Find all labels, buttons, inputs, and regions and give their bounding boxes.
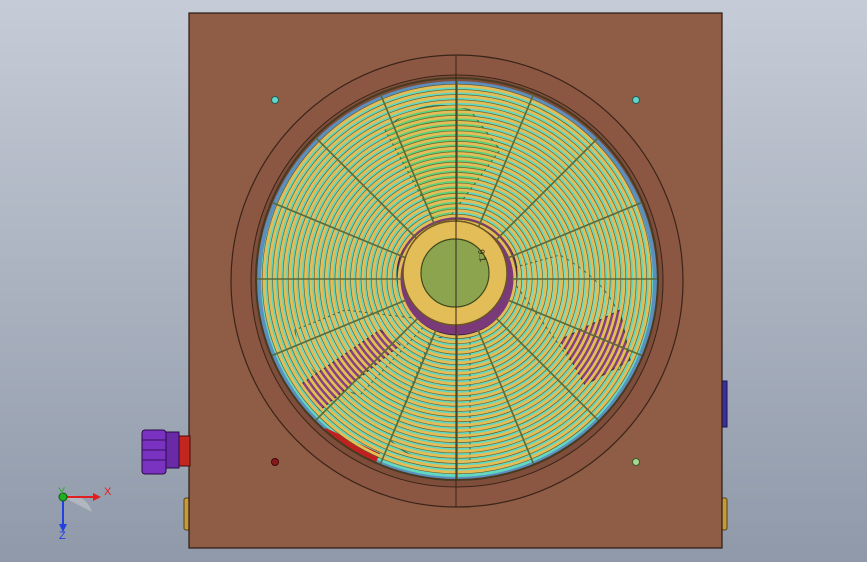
axis-z-label: Z (59, 530, 66, 542)
model-canvas[interactable]: 9.1 (0, 0, 867, 562)
axis-y-label: Y (58, 486, 66, 498)
cad-viewport[interactable]: 9.1 X Y Z (0, 0, 867, 562)
mounting-hole-top-right (632, 96, 640, 104)
mounting-hole-bottom-left (271, 458, 279, 466)
mounting-hole-top-left (271, 96, 279, 104)
hub-marking: 9.1 (476, 249, 488, 263)
mounting-hole-bottom-right (632, 458, 640, 466)
axis-x-label: X (104, 486, 112, 498)
